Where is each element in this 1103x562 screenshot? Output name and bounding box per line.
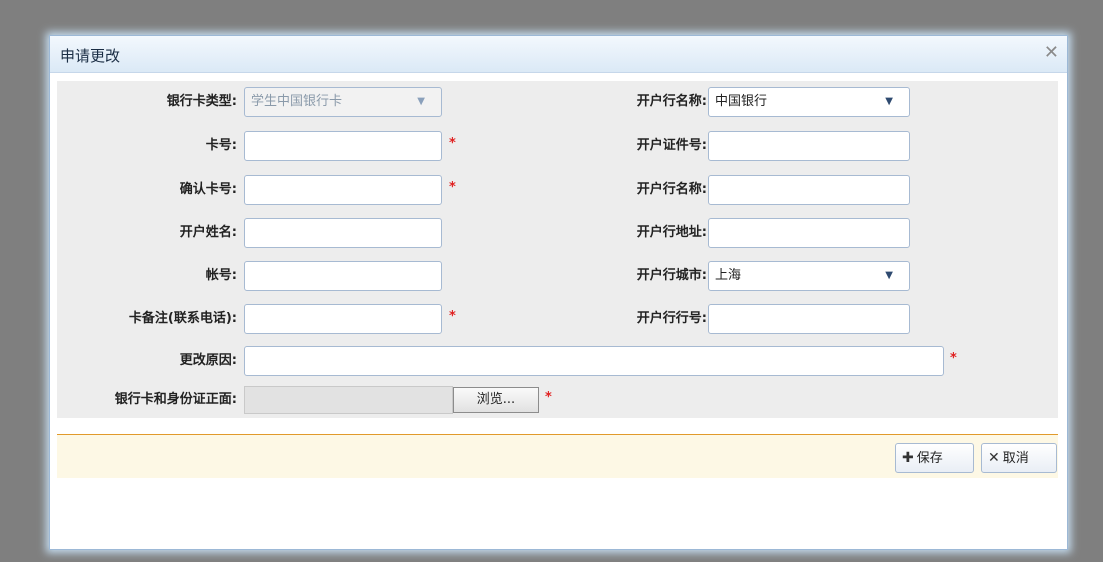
change-reason-input[interactable] [244, 346, 944, 376]
dialog-title: 申请更改 [60, 47, 121, 65]
save-button[interactable]: ✚ 保存 [895, 443, 974, 473]
change-request-dialog: 申请更改 ✕ 银行卡类型: 学生中国银行卡 ▼ 卡号: * 确认卡号: * 开户… [49, 35, 1068, 550]
account-holder-input[interactable] [244, 218, 442, 248]
cancel-button-label: 取消 [1002, 451, 1029, 466]
dropdown-arrow-icon: ▼ [885, 270, 893, 281]
required-mark: * [449, 180, 456, 195]
browse-button[interactable]: 浏览... [453, 387, 539, 413]
card-number-label: 卡号: [205, 138, 237, 153]
required-mark: * [950, 351, 957, 366]
bank-name-text-input[interactable] [708, 175, 910, 205]
x-icon: ✕ [988, 450, 1000, 466]
bank-name-select[interactable]: 中国银行 ▼ [708, 87, 910, 117]
required-mark: * [449, 136, 456, 151]
id-upload-filename-field [244, 386, 453, 414]
bank-city-select[interactable]: 上海 ▼ [708, 261, 910, 291]
bank-name-select-label: 开户行名称: [636, 94, 707, 109]
bank-card-type-select[interactable]: 学生中国银行卡 ▼ [244, 87, 442, 117]
id-number-label: 开户证件号: [636, 138, 707, 153]
save-button-label: 保存 [916, 451, 943, 466]
card-remark-input[interactable] [244, 304, 442, 334]
account-number-input[interactable] [244, 261, 442, 291]
confirm-card-number-input[interactable] [244, 175, 442, 205]
dialog-footer: ✚ 保存 ✕ 取消 [57, 435, 1058, 478]
card-remark-label: 卡备注(联系电话): [128, 311, 237, 326]
confirm-card-number-label: 确认卡号: [179, 182, 237, 197]
bank-address-label: 开户行地址: [636, 225, 707, 240]
dropdown-arrow-icon: ▼ [885, 96, 893, 107]
close-icon[interactable]: ✕ [1044, 42, 1059, 64]
bank-name-text-label: 开户行名称: [636, 182, 707, 197]
bank-branch-number-input[interactable] [708, 304, 910, 334]
bank-branch-number-label: 开户行行号: [636, 311, 707, 326]
account-number-label: 帐号: [205, 268, 237, 283]
required-mark: * [545, 390, 552, 405]
cancel-button[interactable]: ✕ 取消 [981, 443, 1057, 473]
bank-address-input[interactable] [708, 218, 910, 248]
bank-card-form: 银行卡类型: 学生中国银行卡 ▼ 卡号: * 确认卡号: * 开户姓名: 帐号:… [57, 81, 1058, 418]
change-reason-label: 更改原因: [179, 353, 237, 368]
bank-card-type-label: 银行卡类型: [166, 94, 237, 109]
plus-icon: ✚ [902, 450, 914, 466]
bank-card-type-value: 学生中国银行卡 [251, 94, 343, 109]
bank-name-select-value: 中国银行 [715, 94, 768, 109]
card-number-input[interactable] [244, 131, 442, 161]
account-holder-label: 开户姓名: [179, 225, 237, 240]
bank-city-value: 上海 [715, 268, 742, 283]
dropdown-arrow-icon: ▼ [417, 96, 425, 107]
id-upload-label: 银行卡和身份证正面: [114, 392, 237, 407]
dialog-title-bar[interactable]: 申请更改 ✕ [50, 36, 1067, 73]
id-number-input[interactable] [708, 131, 910, 161]
bank-city-label: 开户行城市: [636, 268, 707, 283]
required-mark: * [449, 309, 456, 324]
